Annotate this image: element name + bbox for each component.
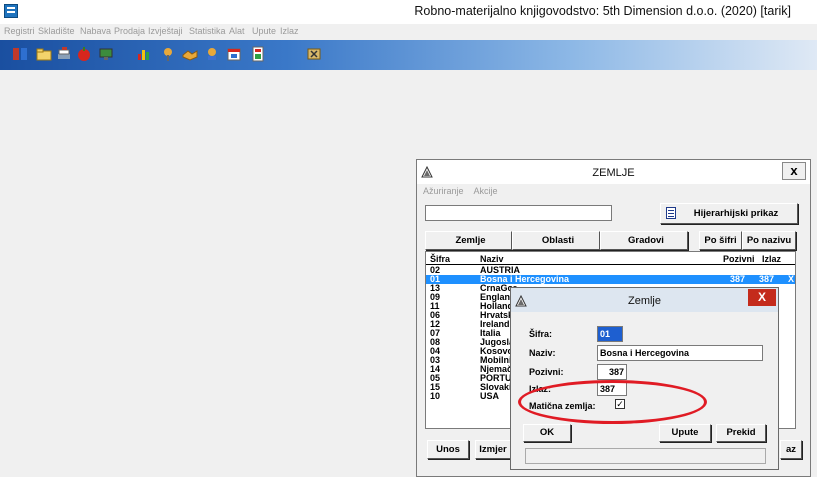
menu-skladiste[interactable]: Skladište (38, 26, 75, 36)
upute-button[interactable]: Upute (659, 424, 711, 442)
menu-prodaja[interactable]: Prodaja (114, 26, 145, 36)
tab-zemlje-label: Zemlje (455, 235, 486, 246)
dialog-close-button[interactable]: X (748, 289, 776, 306)
app-icon (4, 4, 18, 18)
map-pin-icon[interactable] (204, 46, 220, 62)
ok-button[interactable]: OK (523, 424, 571, 442)
menu-bar: Registri Skladište Nabava Prodaja Izvješ… (0, 24, 817, 40)
zemlje-menu-bar: Ažuriranje Akcije (423, 186, 506, 196)
cell-mark: X (788, 274, 795, 284)
naziv-label: Naziv: (529, 348, 556, 358)
exit-icon[interactable] (306, 46, 322, 62)
cell-name: USA (480, 391, 500, 401)
handshake-icon[interactable] (182, 46, 198, 62)
sort-by-code-label: Po šifri (704, 235, 737, 246)
right-action-label: az (785, 444, 797, 455)
window-title: Robno-materijalno knjigovodstvo: 5th Dim… (414, 4, 791, 18)
pozivni-field[interactable]: 387 (597, 364, 627, 380)
folder-icon[interactable] (36, 46, 52, 62)
close-button[interactable]: x (782, 162, 806, 180)
izmjena-button[interactable]: Izmjer (475, 440, 511, 459)
column-header-dial: Pozivni (723, 254, 755, 264)
menu-akcije[interactable]: Akcije (474, 186, 498, 196)
sort-by-code-button[interactable]: Po šifri (699, 231, 742, 250)
menu-registri[interactable]: Registri (4, 26, 35, 36)
dialog-status-bar (525, 448, 766, 464)
izmjena-label: Izmjer (479, 444, 507, 455)
unos-label: Unos (436, 444, 460, 455)
pin-icon[interactable] (160, 46, 176, 62)
tab-zemlje[interactable]: Zemlje (425, 231, 512, 250)
prekid-button[interactable]: Prekid (716, 424, 766, 442)
cell-exit: 387 (759, 274, 775, 284)
hierarchy-icon (666, 207, 676, 219)
column-header-name: Naziv (480, 254, 504, 264)
calculator-icon[interactable] (250, 46, 266, 62)
zemlje-dialog: Zemlje X Šifra: 01 Naziv: Bosna i Herceg… (510, 287, 779, 470)
zemlje-title-bar[interactable]: ZEMLJE x (417, 160, 810, 184)
menu-izlaz[interactable]: Izlaz (280, 26, 299, 36)
sort-by-name-label: Po nazivu (746, 235, 792, 246)
main-title-bar: Robno-materijalno knjigovodstvo: 5th Dim… (0, 0, 817, 24)
menu-statistika[interactable]: Statistika (189, 26, 226, 36)
ok-label: OK (539, 427, 555, 438)
sifra-field[interactable]: 01 (597, 326, 623, 342)
toolbar (0, 40, 817, 70)
menu-nabava[interactable]: Nabava (80, 26, 111, 36)
hierarchy-view-label: Hijerarhijski prikaz (693, 208, 779, 219)
upute-label: Upute (671, 427, 699, 438)
unos-button[interactable]: Unos (427, 440, 469, 459)
highlight-annotation (518, 380, 707, 424)
sort-by-name-button[interactable]: Po nazivu (742, 231, 796, 250)
sifra-label: Šifra: (529, 329, 553, 339)
prekid-label: Prekid (726, 427, 756, 438)
tab-oblasti[interactable]: Oblasti (512, 231, 600, 250)
pozivni-label: Pozivni: (529, 367, 564, 377)
tab-oblasti-label: Oblasti (541, 235, 575, 246)
tab-gradovi-label: Gradovi (628, 235, 664, 246)
registry-icon[interactable] (12, 46, 28, 62)
column-header-exit: Izlaz (762, 254, 782, 264)
chart-icon[interactable] (136, 46, 152, 62)
hierarchy-view-button[interactable]: Hijerarhijski prikaz (660, 203, 798, 224)
window-title: ZEMLJE (592, 167, 635, 179)
menu-izvjestaji[interactable]: Izvještaji (148, 26, 183, 36)
calendar-icon[interactable] (226, 46, 242, 62)
search-input[interactable] (425, 205, 612, 221)
menu-azuriranje[interactable]: Ažuriranje (423, 186, 464, 196)
menu-alat[interactable]: Alat (229, 26, 245, 36)
stack-icon[interactable] (56, 46, 72, 62)
dialog-title: Zemlje (627, 295, 661, 307)
column-header-code: Šifra (430, 254, 451, 264)
naziv-field[interactable]: Bosna i Hercegovina (597, 345, 763, 361)
menu-upute[interactable]: Upute (252, 26, 276, 36)
right-action-button[interactable]: az (780, 440, 802, 459)
list-header: Šifra Naziv Pozivni Izlaz (426, 254, 795, 265)
screen-icon[interactable] (98, 46, 114, 62)
tab-gradovi[interactable]: Gradovi (600, 231, 688, 250)
cell-code: 10 (430, 391, 441, 401)
apple-icon[interactable] (76, 46, 92, 62)
dialog-title-bar[interactable]: Zemlje X (511, 288, 778, 312)
cell-dial: 387 (730, 274, 746, 284)
